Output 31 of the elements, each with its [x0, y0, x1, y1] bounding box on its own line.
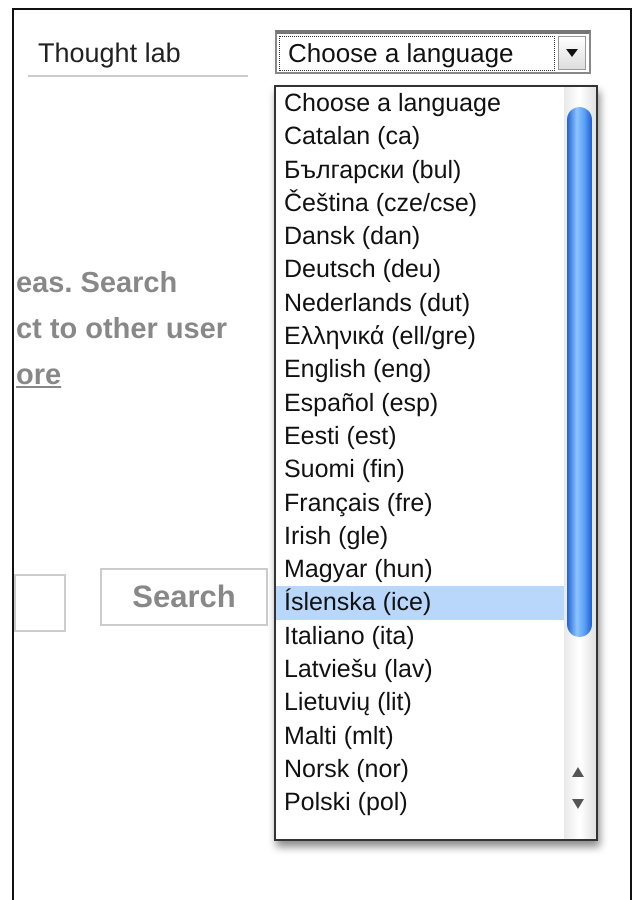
language-option[interactable]: Irish (gle)	[276, 520, 564, 554]
language-option[interactable]: Nederlands (dut)	[276, 286, 564, 320]
language-option[interactable]: Български (bul)	[276, 154, 564, 187]
language-option[interactable]: Norsk (nor)	[276, 752, 564, 786]
language-option[interactable]: Lietuvių (lit)	[276, 686, 564, 720]
language-option[interactable]: Français (fre)	[276, 486, 564, 520]
language-option[interactable]: Eesti (est)	[276, 420, 564, 454]
language-option[interactable]: Íslenska (ice)	[276, 586, 564, 620]
scrollbar[interactable]	[564, 87, 596, 839]
language-option[interactable]: Italiano (ita)	[276, 620, 564, 654]
language-option[interactable]: Ελληνικά (ell/gre)	[276, 320, 564, 354]
language-option[interactable]: Deutsch (deu)	[276, 253, 564, 287]
language-option[interactable]: Latviešu (lav)	[276, 653, 564, 686]
language-option[interactable]: Choose a language	[276, 87, 564, 120]
language-option[interactable]: Malti (mlt)	[276, 720, 564, 753]
language-select[interactable]: Choose a language	[275, 30, 591, 74]
language-option[interactable]: Dansk (dan)	[276, 220, 564, 254]
language-option[interactable]: Magyar (hun)	[276, 553, 564, 586]
search-field[interactable]	[14, 574, 66, 632]
language-option[interactable]: Español (esp)	[276, 386, 564, 420]
scroll-up-icon[interactable]	[572, 767, 584, 777]
language-option[interactable]: Polski (pol)	[276, 786, 564, 820]
language-option[interactable]: Suomi (fin)	[276, 453, 564, 487]
language-option[interactable]: Čeština (cze/cse)	[276, 186, 564, 220]
page-title: Thought lab	[28, 30, 248, 77]
scroll-down-icon[interactable]	[572, 799, 584, 809]
language-option[interactable]: Catalan (ca)	[276, 120, 564, 154]
scroll-thumb[interactable]	[567, 107, 592, 637]
more-link[interactable]: ore	[16, 359, 62, 391]
language-option[interactable]: English (eng)	[276, 353, 564, 387]
search-button[interactable]: Search	[100, 568, 268, 626]
